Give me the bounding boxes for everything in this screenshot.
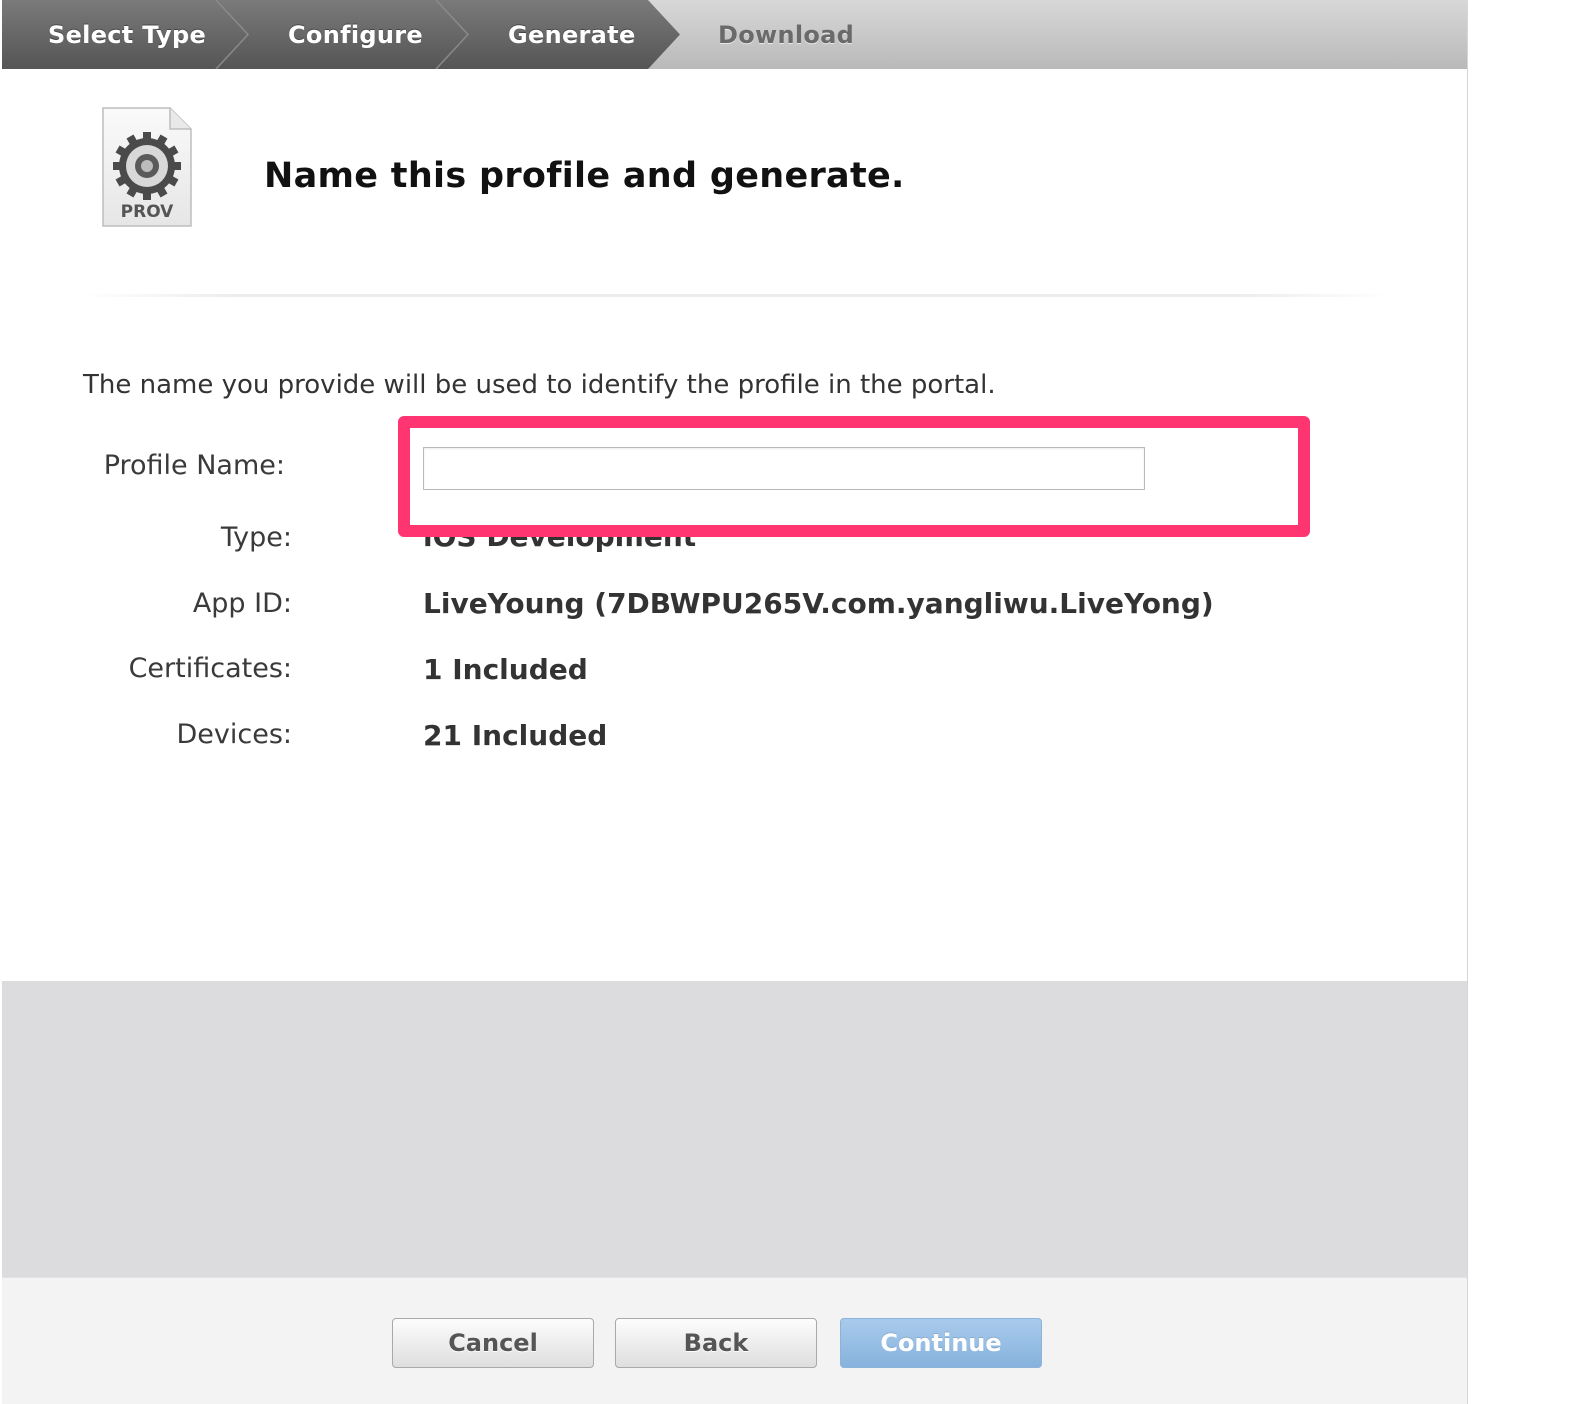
profile-name-input[interactable] — [423, 447, 1145, 490]
form-description: The name you provide will be used to ide… — [83, 370, 996, 400]
step-label: Configure — [288, 20, 423, 49]
devices-label: Devices: — [176, 719, 292, 750]
cancel-button[interactable]: Cancel — [392, 1318, 594, 1368]
back-button[interactable]: Back — [615, 1318, 817, 1368]
type-label: Type: — [220, 522, 292, 553]
page-title: Name this profile and generate. — [264, 156, 905, 196]
certificates-label: Certificates: — [128, 653, 292, 684]
step-configure: Configure — [214, 0, 470, 69]
step-separator-icon — [215, 0, 250, 69]
devices-value: 21 Included — [423, 719, 608, 752]
step-download: Download — [718, 0, 1018, 69]
page: Select Type Configure Generate Download — [0, 0, 1574, 1404]
header-divider — [80, 294, 1390, 297]
step-label: Download — [718, 20, 855, 49]
provisioning-profile-icon: PROV — [100, 106, 194, 230]
certificates-value: 1 Included — [423, 653, 588, 686]
type-value: iOS Development — [423, 520, 697, 553]
app-id-label: App ID: — [192, 588, 292, 619]
continue-button[interactable]: Continue — [840, 1318, 1042, 1368]
step-generate: Generate — [434, 0, 680, 69]
prov-icon-label: PROV — [120, 202, 174, 222]
content-spacer-band — [2, 981, 1467, 1277]
steps-bar: Select Type Configure Generate Download — [2, 0, 1467, 69]
app-id-value: LiveYoung (7DBWPU265V.com.yangliwu.LiveY… — [423, 587, 1214, 620]
profile-name-label: Profile Name: — [103, 450, 285, 481]
step-label: Generate — [508, 20, 636, 49]
step-separator-icon — [435, 0, 470, 69]
main-panel: Select Type Configure Generate Download — [2, 0, 1467, 1404]
step-select-type: Select Type — [2, 0, 248, 69]
step-label: Select Type — [48, 20, 207, 49]
